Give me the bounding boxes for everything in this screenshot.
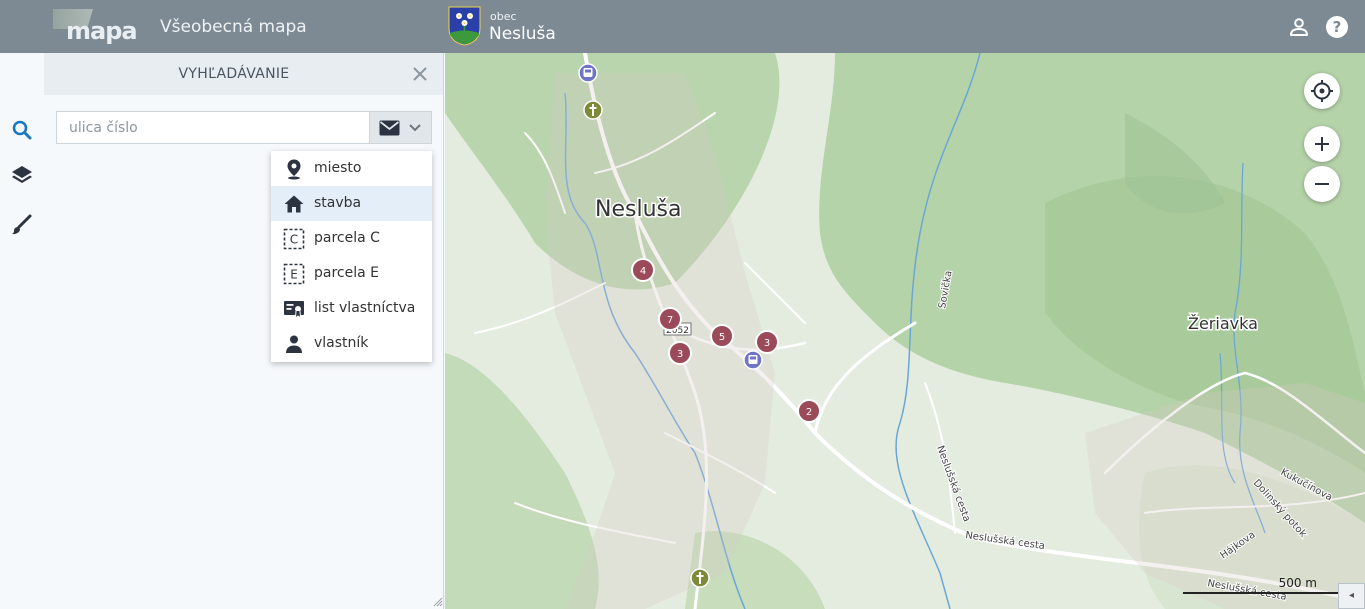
dropdown-item-label: stavba bbox=[314, 195, 362, 211]
zoom-in-button[interactable] bbox=[1304, 126, 1340, 162]
map-canvas: Nesluša Žeriavka Sovička Neslušská cesta… bbox=[445, 53, 1365, 609]
parcel-c-icon: C bbox=[283, 228, 305, 250]
parcel-e-icon: E bbox=[283, 263, 305, 285]
close-icon[interactable] bbox=[411, 65, 429, 83]
owner-icon bbox=[286, 335, 302, 353]
dropdown-item-label: list vlastníctva bbox=[314, 300, 416, 316]
app-title: Všeobecná mapa bbox=[160, 17, 307, 37]
dropdown-item-label: parcela C bbox=[314, 230, 380, 246]
scale-label: 500 m bbox=[1278, 576, 1317, 590]
crosshair-icon bbox=[1311, 80, 1333, 102]
scale-bar: 500 m bbox=[1183, 576, 1341, 596]
dropdown-item-vlastnik[interactable]: vlastník bbox=[271, 326, 432, 361]
cluster-marker[interactable]: 7 bbox=[658, 307, 682, 331]
cemetery-icon[interactable] bbox=[690, 568, 710, 588]
map-panel-toggle[interactable]: ◂ bbox=[1338, 583, 1365, 609]
zoom-out-button[interactable] bbox=[1304, 166, 1340, 202]
map-label-town: Nesluša bbox=[595, 197, 681, 222]
municipality-name: Nesluša bbox=[489, 24, 556, 44]
search-icon[interactable] bbox=[10, 118, 34, 142]
chevron-left-icon: ◂ bbox=[1348, 590, 1355, 601]
map-pin-icon bbox=[287, 159, 301, 180]
minus-icon bbox=[1315, 183, 1329, 185]
cluster-marker[interactable]: 2 bbox=[797, 399, 821, 423]
dropdown-item-label: parcela E bbox=[314, 265, 379, 281]
help-icon[interactable]: ? bbox=[1326, 16, 1350, 40]
search-input[interactable] bbox=[56, 111, 369, 144]
cluster-count: 3 bbox=[764, 338, 770, 349]
user-icon[interactable] bbox=[1287, 15, 1311, 39]
dropdown-item-parcela-c[interactable]: C parcela C bbox=[271, 221, 432, 256]
bus-stop-icon[interactable] bbox=[743, 350, 763, 370]
svg-text:E: E bbox=[290, 268, 298, 282]
resize-grip-icon[interactable] bbox=[433, 597, 443, 607]
cluster-count: 3 bbox=[677, 349, 683, 360]
brush-icon[interactable] bbox=[10, 213, 34, 237]
top-bar: mapa Všeobecná mapa obec Nesluša ? bbox=[0, 0, 1365, 53]
ownership-sheet-icon bbox=[284, 301, 304, 320]
plus-icon bbox=[1315, 137, 1329, 151]
left-rail bbox=[0, 53, 44, 609]
dropdown-item-stavba[interactable]: stavba bbox=[271, 186, 432, 221]
dropdown-item-label: vlastník bbox=[314, 335, 369, 351]
chevron-down-icon bbox=[409, 124, 421, 132]
coat-of-arms-icon bbox=[448, 6, 481, 46]
locate-button[interactable] bbox=[1304, 73, 1340, 109]
map-view[interactable]: Nesluša Žeriavka Sovička Neslušská cesta… bbox=[445, 53, 1365, 609]
cluster-count: 7 bbox=[667, 315, 673, 326]
logo-text: mapa bbox=[66, 17, 138, 45]
layers-icon[interactable] bbox=[10, 163, 34, 187]
cluster-count: 4 bbox=[640, 266, 646, 277]
house-icon bbox=[284, 195, 304, 213]
cluster-marker[interactable]: 4 bbox=[631, 258, 655, 282]
dropdown-item-parcela-e[interactable]: E parcela E bbox=[271, 256, 432, 291]
search-type-button[interactable] bbox=[369, 111, 432, 144]
dropdown-item-label: miesto bbox=[314, 160, 362, 176]
scale-line bbox=[1183, 592, 1341, 594]
municipality-type: obec bbox=[490, 10, 517, 23]
bus-stop-icon[interactable] bbox=[578, 63, 598, 83]
cluster-count: 2 bbox=[806, 407, 812, 418]
dropdown-item-list-vlastnictva[interactable]: list vlastníctva bbox=[271, 291, 432, 326]
help-icon-glyph: ? bbox=[1326, 16, 1348, 38]
map-label-town: Žeriavka bbox=[1188, 314, 1258, 333]
envelope-icon bbox=[379, 120, 400, 136]
panel-header: VYHĽADÁVANIE bbox=[44, 53, 443, 95]
mapa-logo[interactable]: mapa bbox=[53, 9, 138, 45]
cluster-marker[interactable]: 5 bbox=[710, 324, 734, 348]
cluster-marker[interactable]: 3 bbox=[755, 330, 779, 354]
cluster-count: 5 bbox=[719, 332, 725, 343]
dropdown-item-miesto[interactable]: miesto bbox=[271, 151, 432, 186]
panel-title: VYHĽADÁVANIE bbox=[178, 66, 290, 82]
svg-text:C: C bbox=[290, 233, 298, 247]
cemetery-icon[interactable] bbox=[583, 100, 603, 120]
cluster-marker[interactable]: 3 bbox=[668, 341, 692, 365]
search-type-dropdown: miesto stavba C parcela C E parcela E li… bbox=[271, 151, 432, 362]
